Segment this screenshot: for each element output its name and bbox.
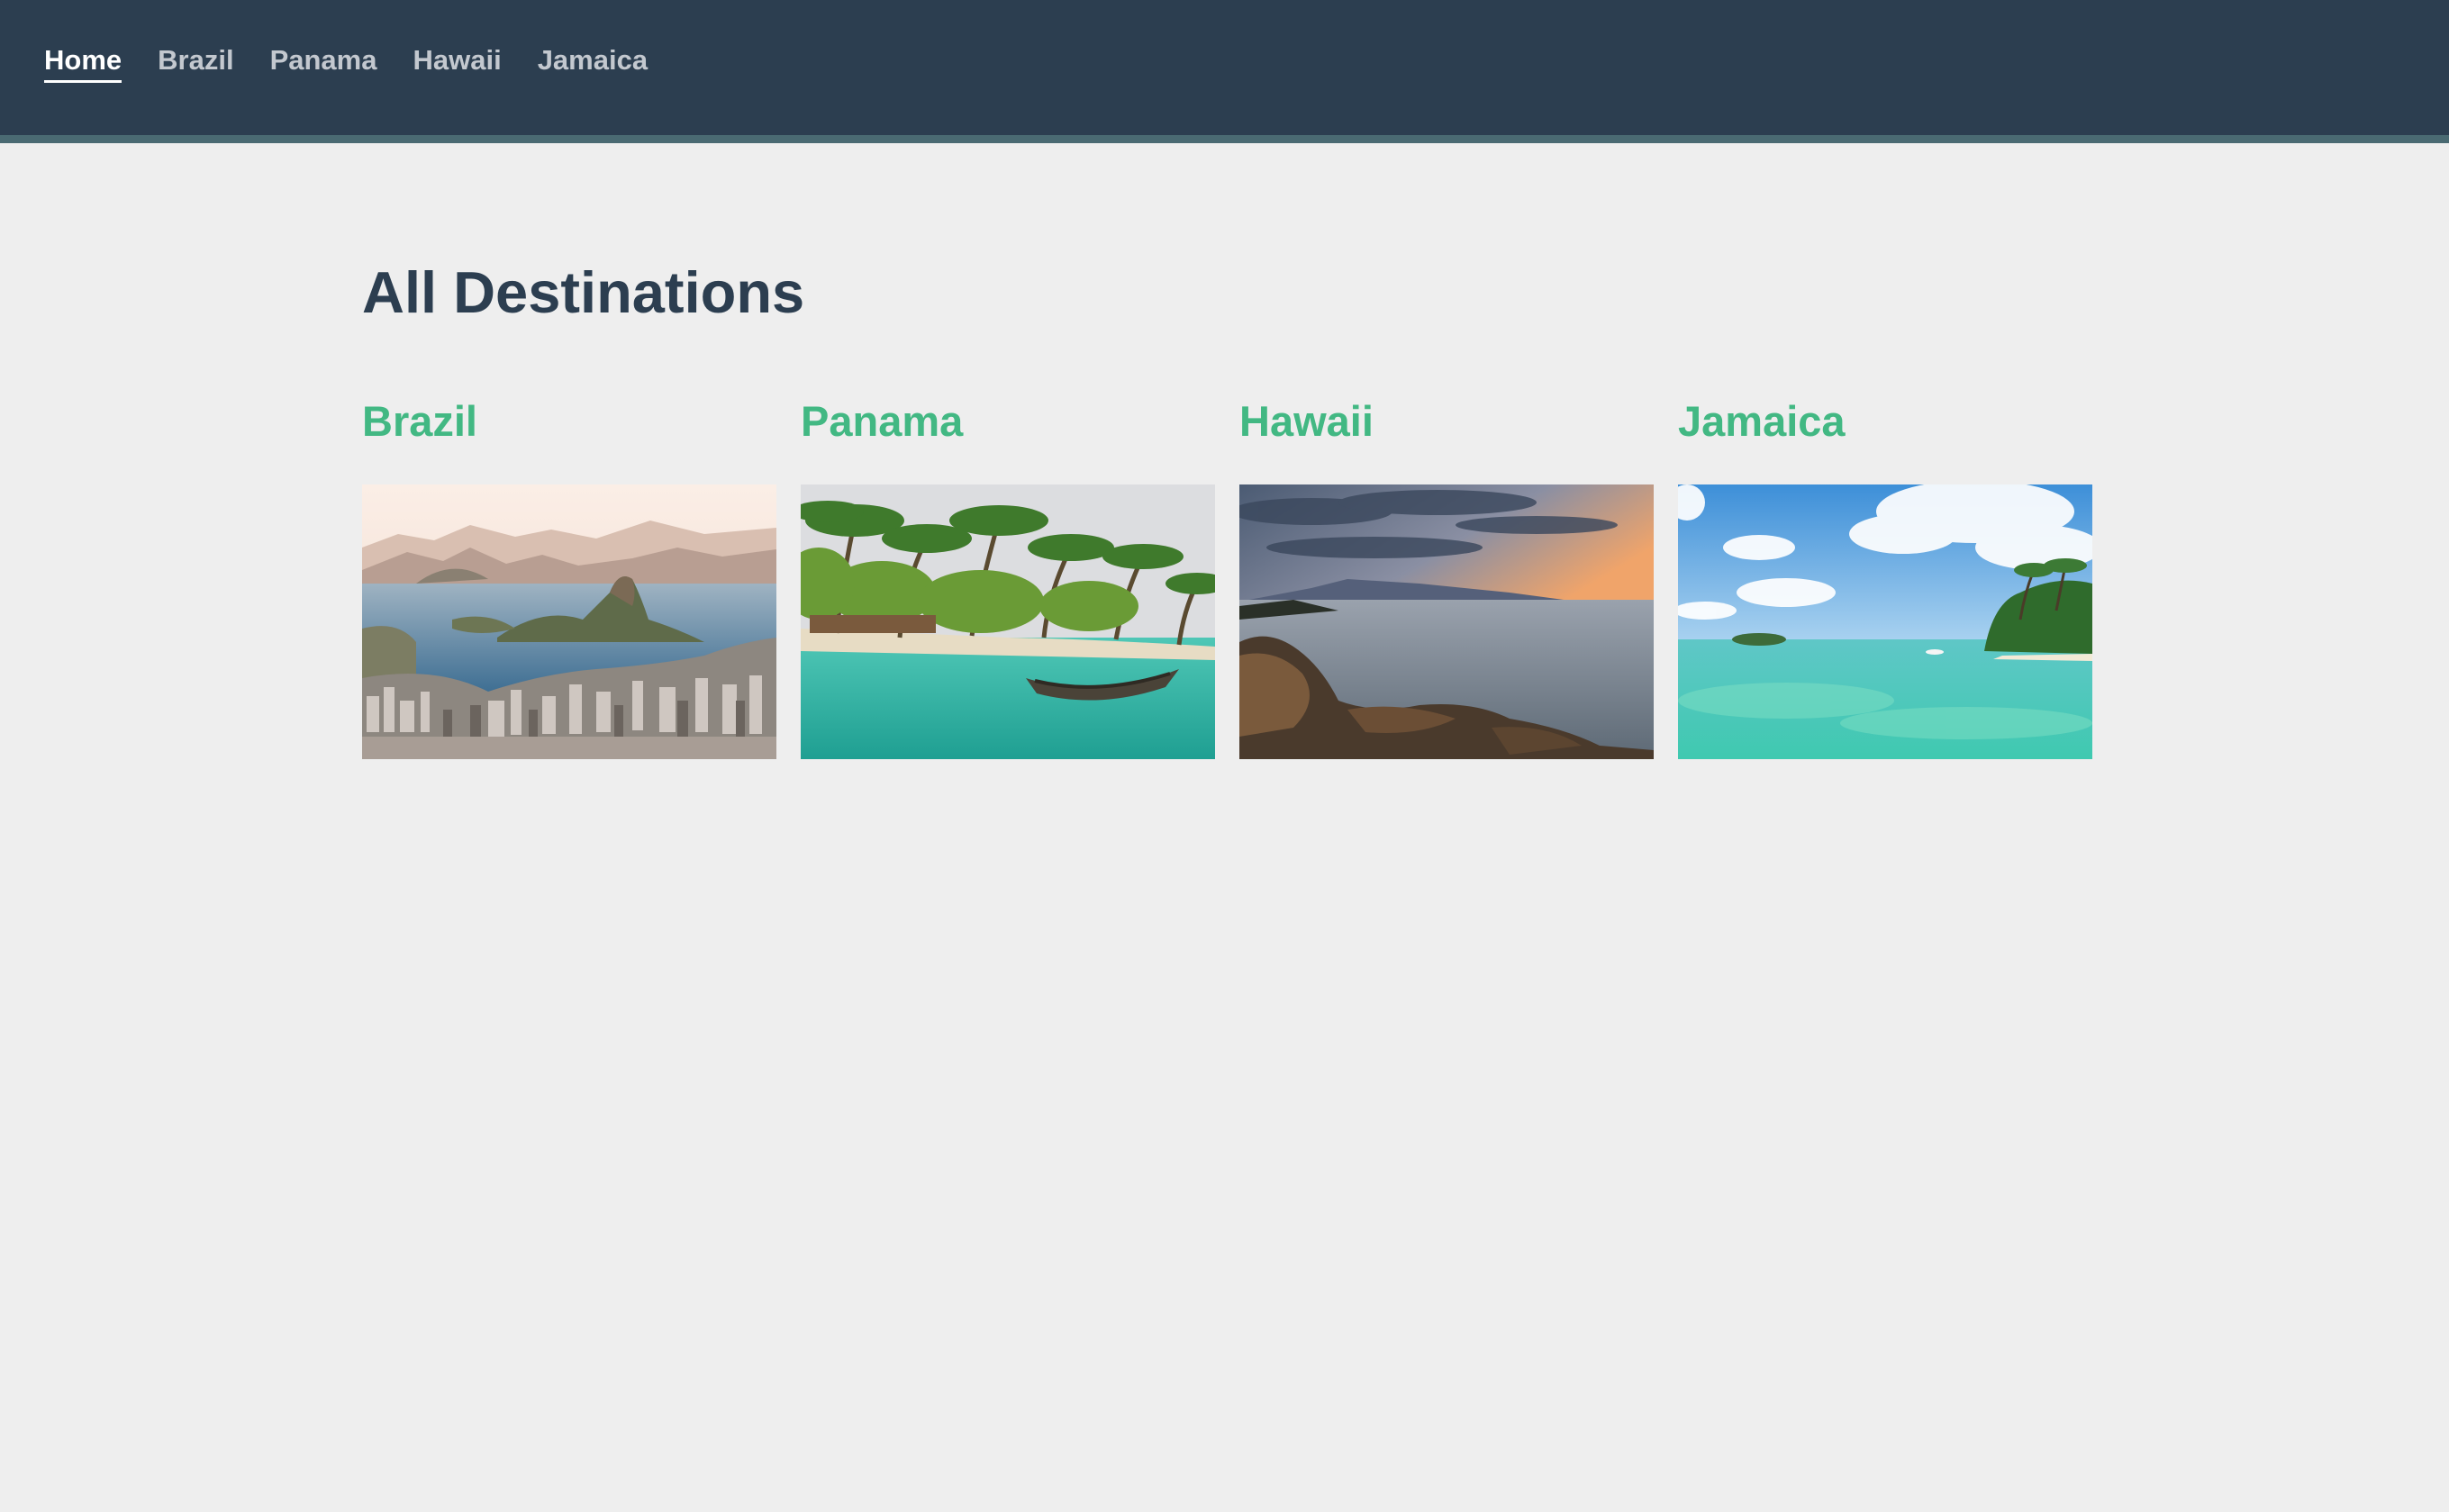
destination-title[interactable]: Panama: [801, 396, 1215, 484]
top-navbar: Home Brazil Panama Hawaii Jamaica: [0, 0, 2449, 143]
rocky-coast-sunset-photo[interactable]: [1239, 484, 1654, 759]
nav-link-jamaica[interactable]: Jamaica: [538, 41, 648, 83]
destination-card-brazil[interactable]: Brazil: [362, 396, 776, 759]
destination-title[interactable]: Brazil: [362, 396, 776, 484]
destination-list: Brazil Panama Hawaii Jamaica: [362, 396, 2117, 759]
nav-link-home[interactable]: Home: [44, 41, 122, 83]
destination-card-jamaica[interactable]: Jamaica: [1678, 396, 2092, 759]
main-content: All Destinations Brazil Panama Hawaii Ja…: [362, 257, 2092, 759]
destination-card-panama[interactable]: Panama: [801, 396, 1215, 759]
nav-link-hawaii[interactable]: Hawaii: [413, 41, 501, 83]
nav-links: Home Brazil Panama Hawaii Jamaica: [44, 41, 684, 83]
palm-beach-canoe-photo[interactable]: [801, 484, 1215, 759]
turquoise-lagoon-island-photo[interactable]: [1678, 484, 2092, 759]
rio-de-janeiro-sugarloaf-photo[interactable]: [362, 484, 776, 759]
destination-card-hawaii[interactable]: Hawaii: [1239, 396, 1654, 759]
destination-title[interactable]: Hawaii: [1239, 396, 1654, 484]
nav-link-panama[interactable]: Panama: [270, 41, 377, 83]
nav-link-brazil[interactable]: Brazil: [158, 41, 233, 83]
destination-title[interactable]: Jamaica: [1678, 396, 2092, 484]
page-title: All Destinations: [362, 259, 805, 325]
